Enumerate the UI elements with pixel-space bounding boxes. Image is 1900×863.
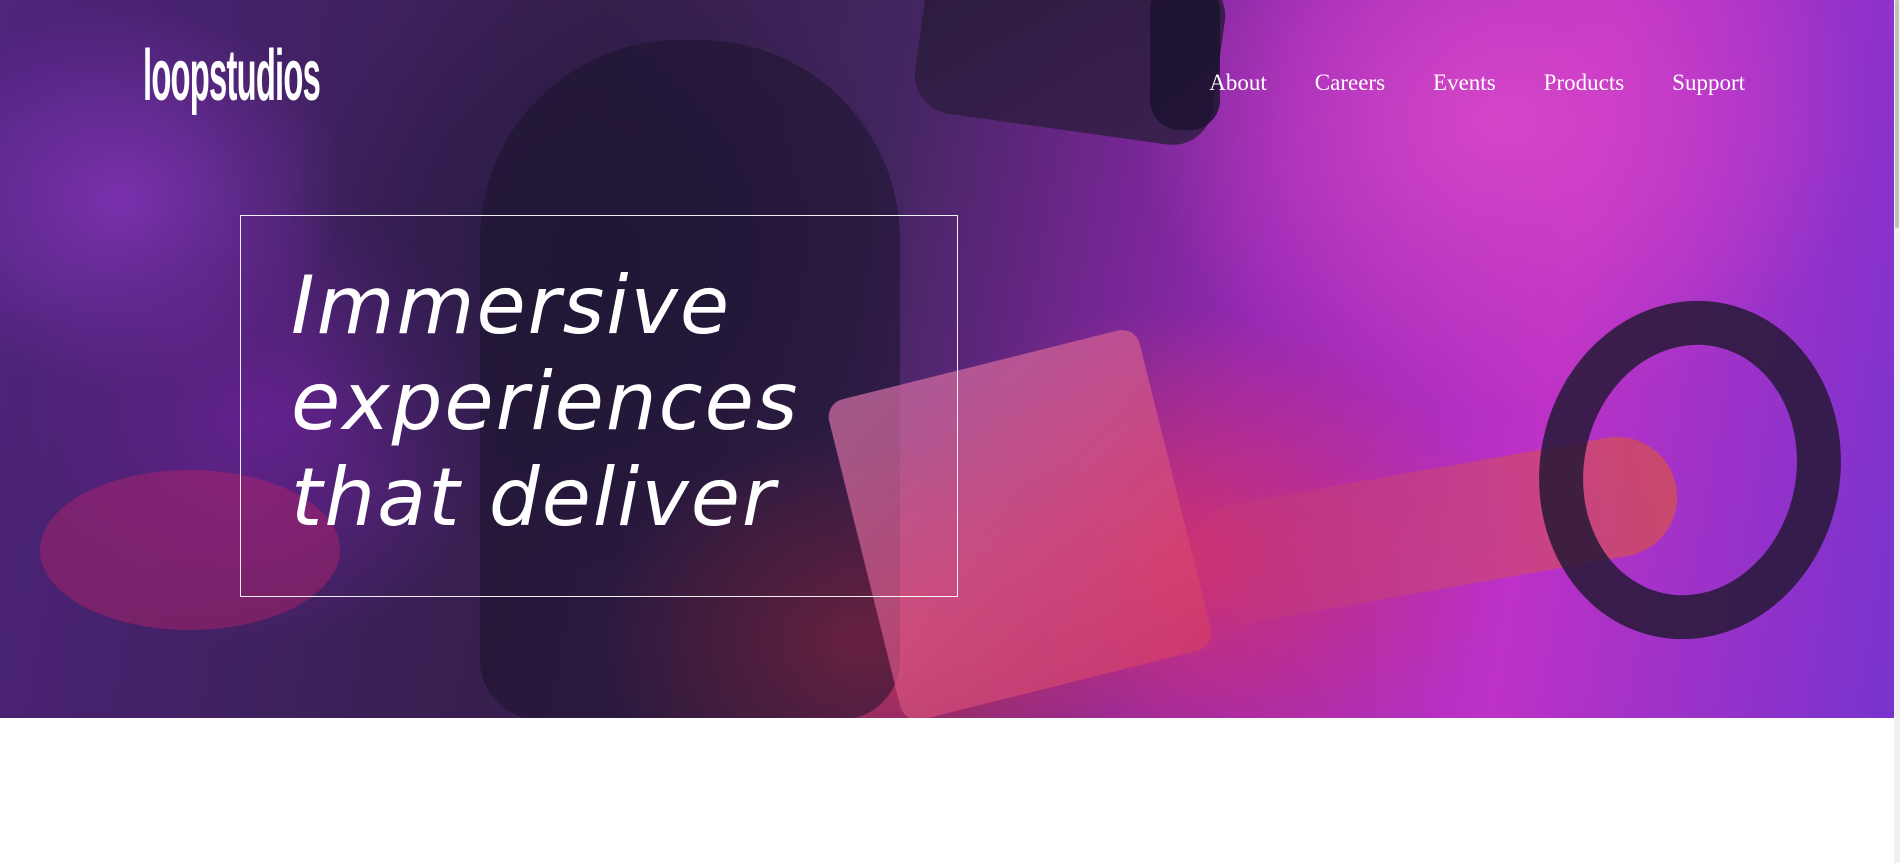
scrollbar-thumb[interactable]	[1895, 0, 1899, 228]
nav-item-support[interactable]: Support	[1672, 70, 1745, 96]
main-nav: About Careers Events Products Support	[1161, 70, 1745, 96]
logo[interactable]: loopstudios	[143, 39, 321, 112]
nav-item-products[interactable]: Products	[1544, 70, 1625, 96]
headline-box: Immersive experiences that deliver	[240, 215, 958, 597]
nav-item-about[interactable]: About	[1209, 70, 1267, 96]
headline-line-1: Immersive	[291, 259, 732, 352]
headline-line-2: experiences	[291, 355, 800, 448]
page: loopstudios About Careers Events Product…	[0, 0, 1900, 863]
vertical-scrollbar[interactable]	[1894, 0, 1900, 863]
nav-item-careers[interactable]: Careers	[1315, 70, 1385, 96]
hero-section: loopstudios About Careers Events Product…	[0, 0, 1894, 718]
nav-item-events[interactable]: Events	[1433, 70, 1496, 96]
headline-line-3: that deliver	[291, 451, 777, 544]
hero-headline: Immersive experiences that deliver	[291, 258, 799, 546]
